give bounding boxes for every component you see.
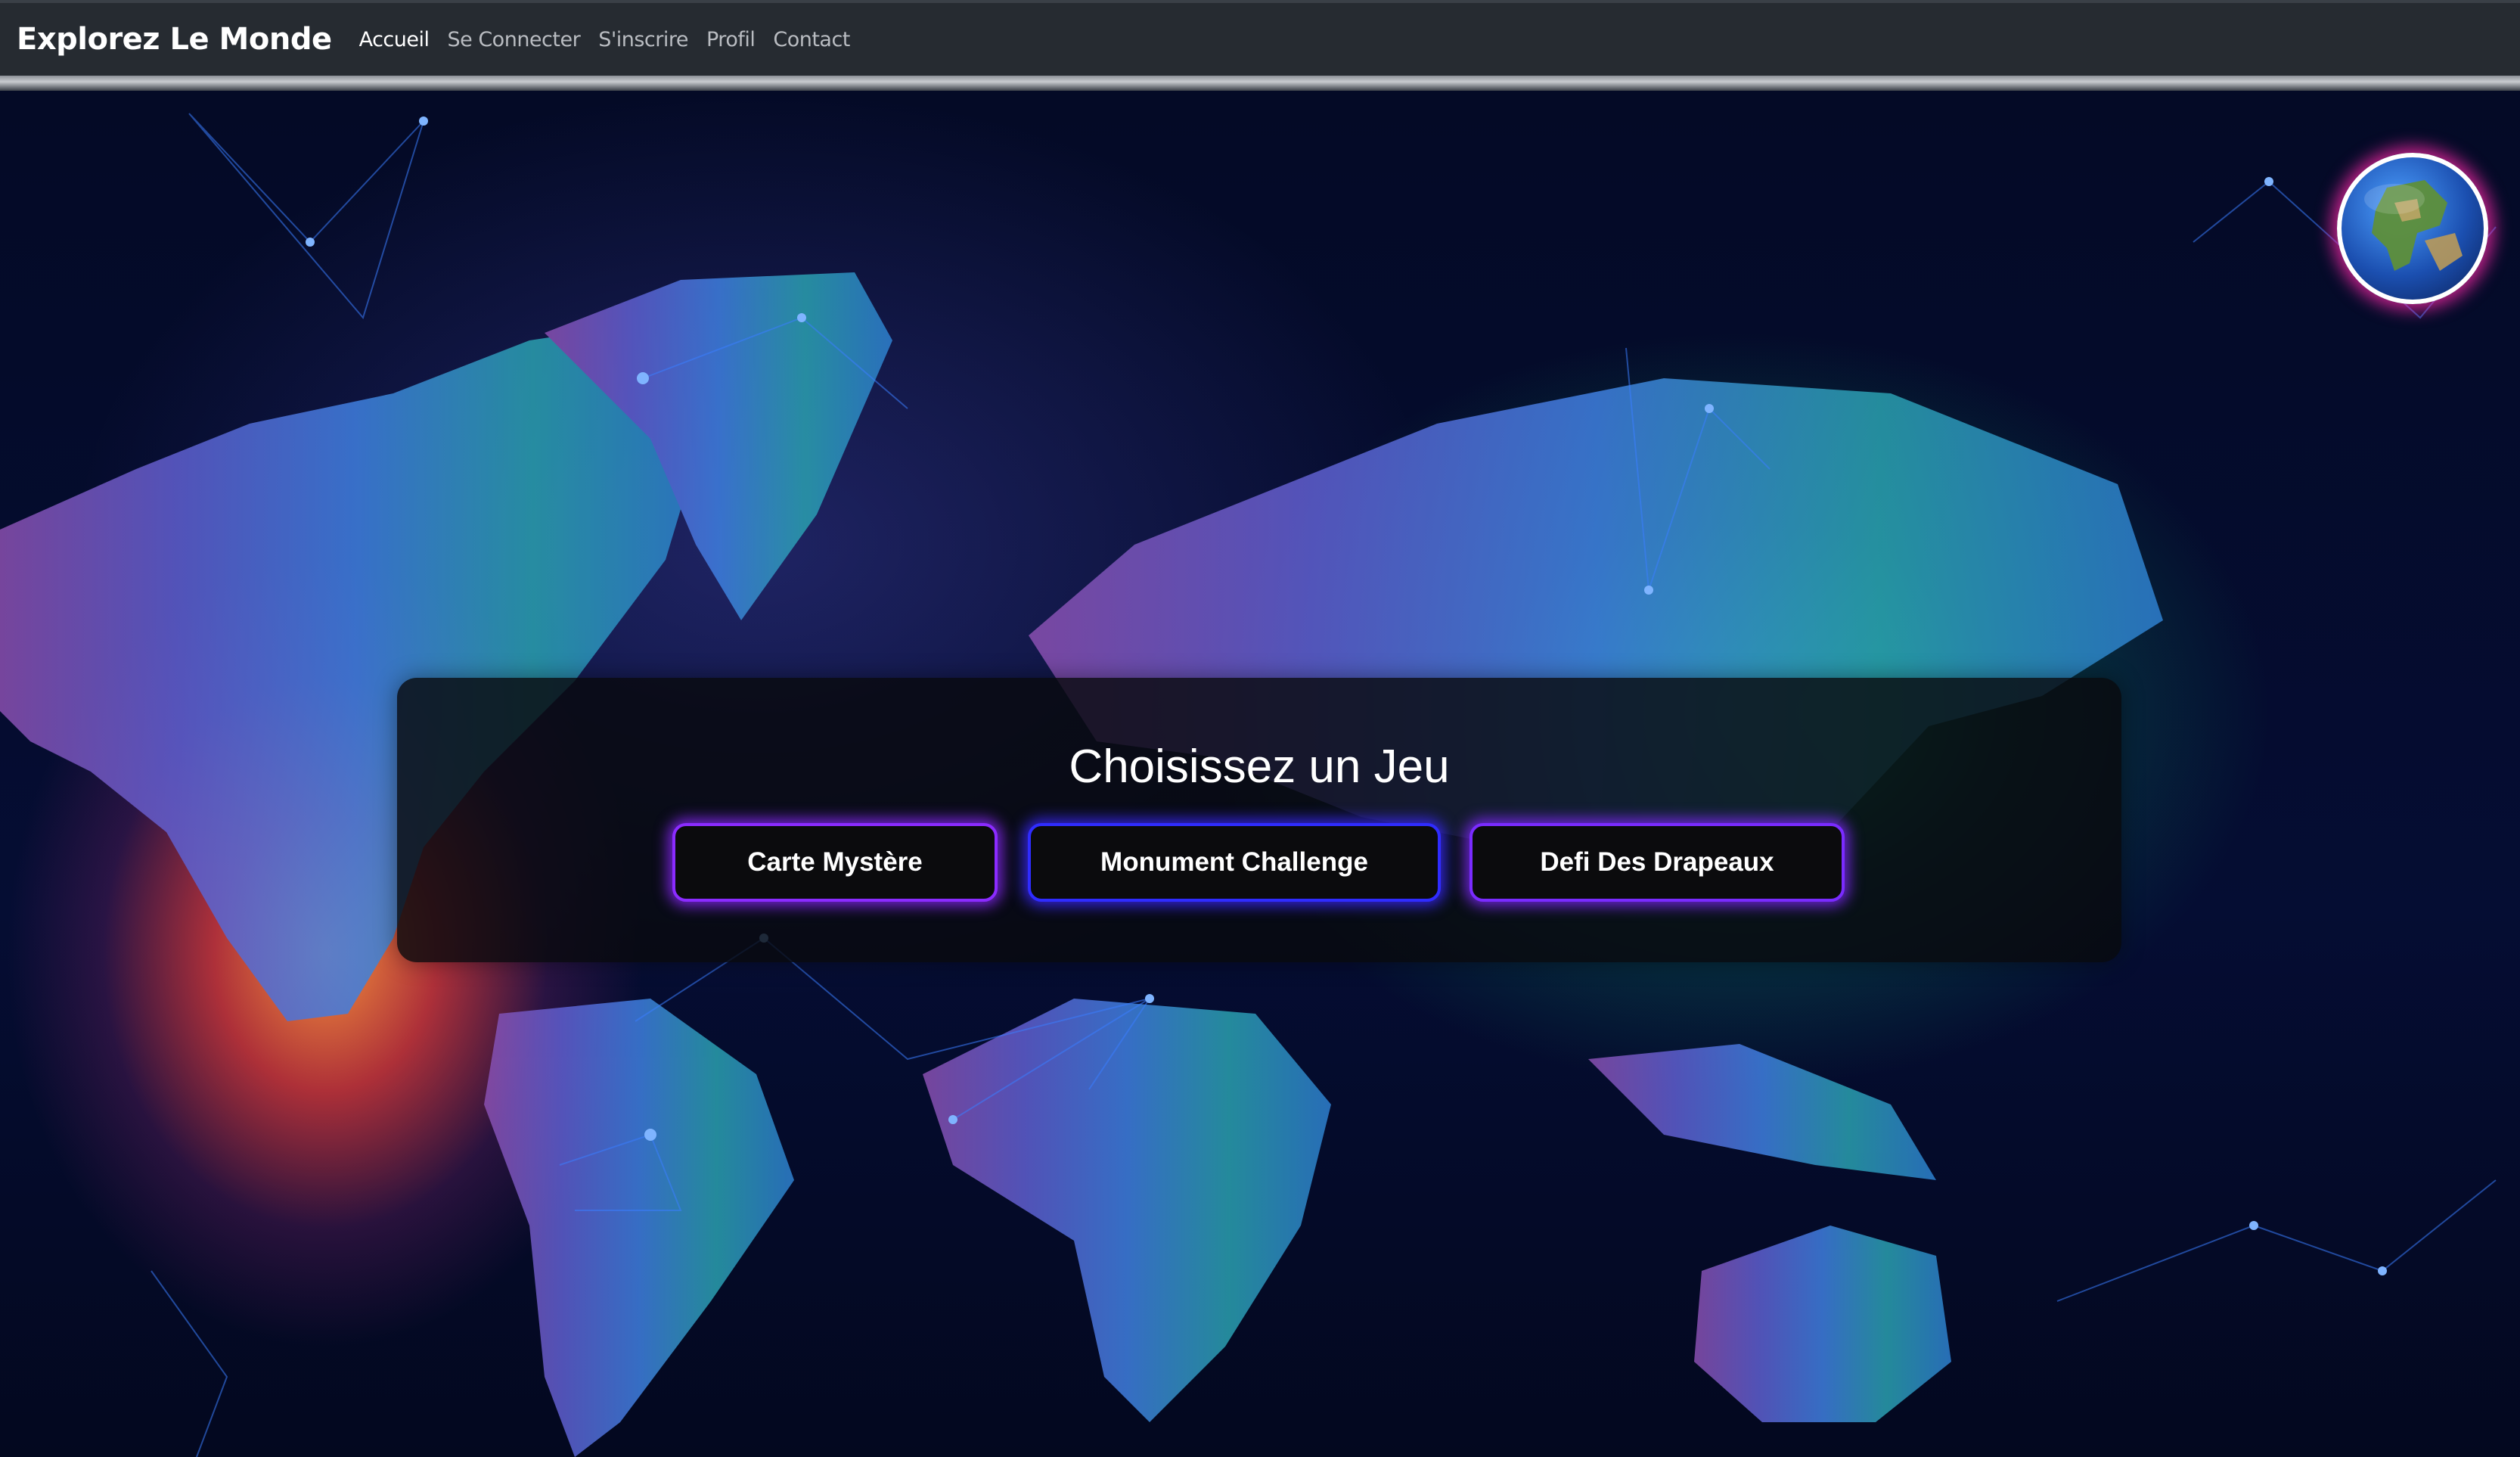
page: Explorez Le Monde Accueil Se Connecter S… bbox=[0, 0, 2520, 1457]
nav-link-accueil[interactable]: Accueil bbox=[359, 28, 430, 51]
defi-des-drapeaux-button[interactable]: Defi Des Drapeaux bbox=[1469, 823, 1845, 902]
south-america bbox=[484, 999, 794, 1457]
africa bbox=[923, 999, 1331, 1422]
brand-logo[interactable]: Explorez Le Monde bbox=[17, 22, 332, 57]
globe-illustration bbox=[2364, 180, 2463, 271]
southeast-asia bbox=[1588, 1044, 1936, 1180]
carte-mystere-button[interactable]: Carte Mystère bbox=[672, 823, 998, 902]
nav-link-profil[interactable]: Profil bbox=[706, 28, 756, 51]
nav-link-se-connecter[interactable]: Se Connecter bbox=[448, 28, 581, 51]
monument-challenge-button[interactable]: Monument Challenge bbox=[1028, 823, 1441, 902]
panel-title: Choisissez un Jeu bbox=[1069, 741, 1450, 793]
game-selection-panel: Choisissez un Jeu Carte Mystère Monument… bbox=[397, 678, 2121, 962]
nav-link-sinscrire[interactable]: S'inscrire bbox=[598, 28, 688, 51]
navbar-shadow bbox=[0, 76, 2520, 91]
nav-link-contact[interactable]: Contact bbox=[773, 28, 850, 51]
earth-globe-icon[interactable] bbox=[2337, 153, 2488, 304]
australia bbox=[1694, 1226, 1951, 1422]
top-navbar: Explorez Le Monde Accueil Se Connecter S… bbox=[0, 0, 2520, 76]
